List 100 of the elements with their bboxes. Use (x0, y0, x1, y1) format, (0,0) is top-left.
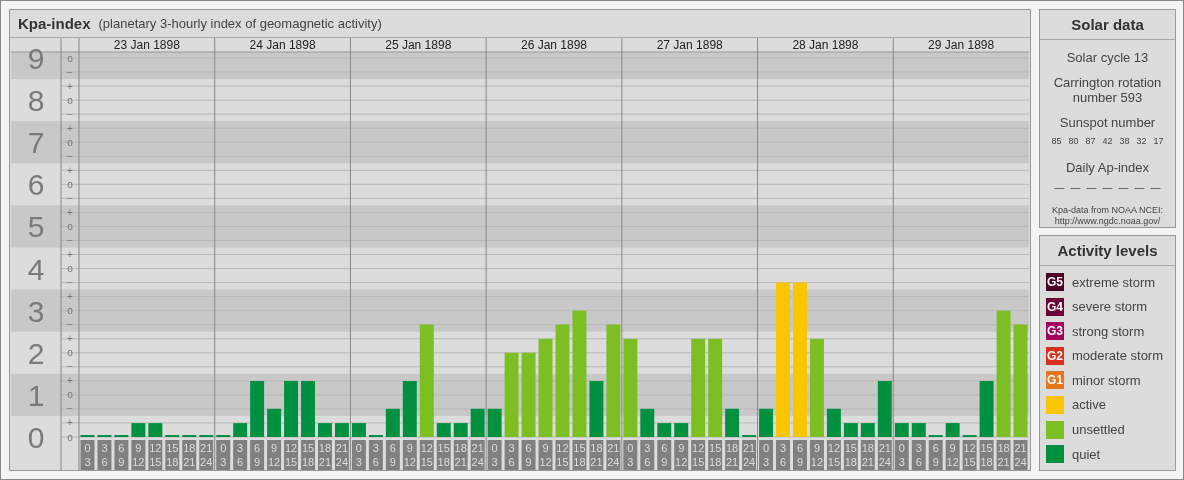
tick-mark-label: − (67, 235, 73, 246)
hour-label: 0 3 (216, 440, 231, 470)
kp-bar (233, 423, 248, 437)
x-tick-label: 6 9 (525, 442, 532, 468)
ap-value: — (1070, 182, 1081, 193)
hour-label: 0 3 (623, 440, 638, 470)
panel-title: Solar data (1040, 10, 1175, 40)
hour-label: 3 6 (911, 440, 926, 470)
tick-mark-label: o (67, 431, 73, 443)
sunspot-value: 42 (1102, 136, 1113, 146)
source-note: Kpa-data from NOAA NCEI: http://www.ngdc.noaa.gov/ (1051, 205, 1163, 227)
x-tick-label: 3 6 (237, 442, 244, 468)
hour-label: 9 12 (538, 440, 553, 470)
hour-label: 15 18 (843, 440, 858, 470)
tick-mark-label: − (67, 66, 73, 78)
tick-mark-label: − (67, 277, 73, 289)
tick-mark-label: o (67, 305, 73, 317)
sunspot-value: 80 (1068, 136, 1079, 146)
x-tick-label: 3 6 (372, 442, 379, 468)
kp-bar (911, 423, 926, 437)
tick-mark-label: + (67, 417, 73, 429)
ap-value: — (1054, 182, 1065, 193)
hour-label: 0 3 (80, 440, 95, 470)
hour-label: 0 3 (487, 440, 502, 470)
kp-bar (945, 423, 960, 437)
tick-mark-label: − (67, 192, 73, 204)
x-tick-label: 0 3 (355, 442, 362, 468)
kp-bar (640, 408, 655, 437)
date-label: 24 Jan 1898 (249, 38, 316, 52)
hour-label: 6 9 (928, 440, 943, 470)
axis-label: 7 (27, 126, 45, 160)
hour-label: 9 12 (402, 440, 417, 470)
hour-label: 9 12 (131, 440, 146, 470)
x-tick-label: 0 3 (627, 442, 634, 468)
hour-label: 9 12 (945, 440, 960, 470)
axis-label: 3 (27, 294, 45, 328)
level-label: unsettled (1072, 422, 1125, 438)
hour-label: 18 21 (318, 440, 332, 470)
date-label: 23 Jan 1898 (113, 38, 180, 52)
level-badge: G3 (1046, 322, 1064, 341)
hour-label: 3 6 (233, 440, 248, 470)
ap-index-label: Daily Ap-index (1065, 160, 1150, 175)
level-badge: G2 (1046, 346, 1064, 365)
axis-label: 0 (27, 421, 45, 454)
tick-mark-label: + (67, 291, 73, 303)
x-tick-label: 6 9 (254, 442, 261, 468)
hour-label: 15 18 (979, 440, 994, 470)
tick-mark-label: + (67, 122, 73, 134)
x-tick-label: 6 9 (932, 442, 939, 468)
hour-label: 6 9 (793, 440, 807, 470)
tick-mark-label: + (67, 164, 73, 176)
kp-bar (334, 423, 349, 437)
carrington-rotation: Carrington rotation number 593 (1052, 75, 1163, 105)
kp-bar (894, 423, 909, 437)
x-tick-label: 0 3 (491, 442, 498, 468)
kp-bar (148, 423, 163, 437)
solar-cycle: Solar cycle 13 (1066, 50, 1149, 65)
hour-label: 9 12 (674, 440, 689, 470)
x-tick-label: 6 9 (118, 442, 125, 468)
kp-bar (674, 423, 689, 437)
tick-mark-label: o (67, 178, 73, 190)
hour-label: 18 21 (725, 440, 740, 470)
sunspot-value: 38 (1119, 136, 1130, 146)
kp-bar (657, 423, 672, 437)
kp-bar (351, 423, 366, 437)
hour-label: 6 9 (657, 440, 672, 470)
level-badge: G5 (1046, 273, 1064, 291)
date-label: 28 Jan 1898 (792, 38, 859, 52)
level-badge: G1 (1046, 371, 1064, 390)
hour-label: 9 12 (267, 440, 282, 470)
hour-label: 12 15 (284, 440, 299, 470)
level-badge: G4 (1046, 297, 1064, 316)
kp-bar (318, 423, 332, 437)
date-label: 25 Jan 1898 (385, 38, 452, 52)
hour-label: 21 24 (470, 440, 485, 470)
tick-mark-label: o (67, 389, 73, 401)
level-label: minor storm (1072, 372, 1141, 388)
tick-mark-label: o (67, 347, 73, 359)
kp-bar (759, 408, 774, 437)
hour-label: 12 15 (962, 440, 977, 470)
level-label: strong storm (1072, 323, 1145, 339)
hour-label: 21 24 (334, 440, 349, 470)
tick-mark-label: + (67, 206, 73, 218)
x-tick-label: 3 6 (101, 442, 108, 468)
hour-label: 15 18 (301, 440, 315, 470)
axis-label: 6 (27, 168, 45, 202)
axis-label: 8 (27, 84, 45, 118)
hour-label: 15 18 (572, 440, 587, 470)
hour-label: 21 24 (1013, 440, 1028, 470)
hour-label: 18 21 (453, 440, 468, 470)
hour-label: 18 21 (996, 440, 1011, 470)
hour-label: 15 18 (708, 440, 723, 470)
tick-mark-label: − (67, 150, 73, 162)
kp-bar (860, 423, 875, 437)
kp-bar (453, 423, 468, 437)
kp-bar (250, 381, 265, 437)
hour-label: 3 6 (776, 440, 790, 470)
x-tick-label: 0 3 (762, 442, 770, 468)
tick-mark-label: − (67, 319, 73, 331)
x-tick-label: 3 6 (644, 442, 651, 468)
